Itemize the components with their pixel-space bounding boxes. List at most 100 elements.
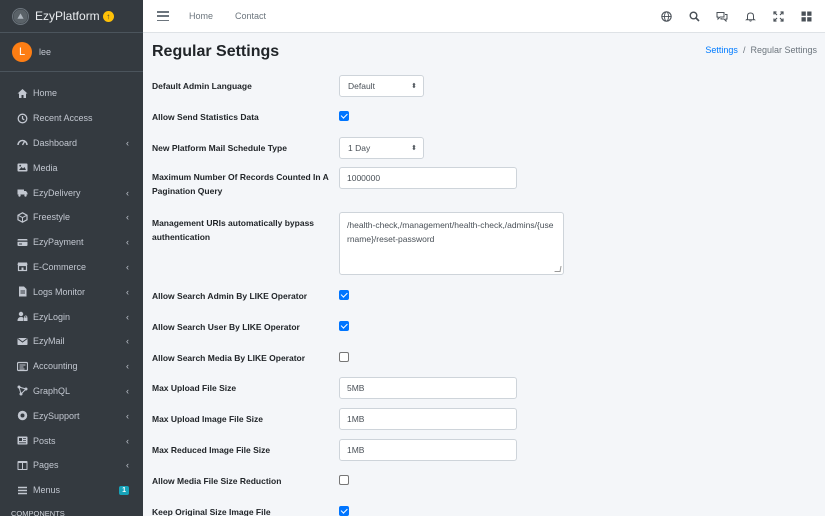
max-records-input[interactable]: 1000000 <box>339 167 517 189</box>
breadcrumb-settings-link[interactable]: Settings <box>705 45 738 55</box>
top-navbar: Home Contact <box>143 0 825 33</box>
sidebar-item-label: Freestyle <box>33 212 71 223</box>
search-admin-like-checkbox[interactable] <box>339 290 349 300</box>
apps-icon[interactable] <box>799 9 813 23</box>
globe-icon[interactable] <box>659 9 673 23</box>
setting-admin-language: Default Admin Language Default ⬍ <box>152 75 812 97</box>
setting-media-reduction: Allow Media File Size Reduction <box>152 474 812 488</box>
image-icon <box>17 162 28 173</box>
setting-mail-schedule: New Platform Mail Schedule Type 1 Day ⬍ <box>152 137 812 159</box>
sidebar-item-label: Recent Access <box>33 113 93 124</box>
resize-handle-icon[interactable] <box>554 266 562 272</box>
sidebar-item-label: GraphQL <box>33 385 71 396</box>
setting-label: Allow Search User By LIKE Operator <box>152 322 300 332</box>
textarea-value: /health-check,/management/health-check,/… <box>347 220 554 244</box>
pages-icon <box>17 460 28 471</box>
graph-icon <box>17 385 28 396</box>
setting-search-user-like: Allow Search User By LIKE Operator <box>152 320 812 334</box>
sidebar-item-ezypayment[interactable]: EzyPayment ‹ <box>0 230 143 255</box>
setting-max-image-size: Max Upload Image File Size 1MB <box>152 408 812 430</box>
main-content: Regular Settings Settings / Regular Sett… <box>143 33 825 516</box>
nav-link-contact[interactable]: Contact <box>235 11 266 21</box>
max-upload-size-input[interactable]: 5MB <box>339 377 517 399</box>
sidebar-item-ezysupport[interactable]: EzySupport ‹ <box>0 403 143 428</box>
sidebar-item-label: Media <box>33 162 58 173</box>
avatar: L <box>12 42 32 62</box>
brand[interactable]: EzyPlatform ↑ <box>0 0 143 33</box>
brand-logo-icon <box>12 7 29 25</box>
mail-schedule-select[interactable]: 1 Day ⬍ <box>339 137 424 159</box>
sidebar-item-label: Posts <box>33 435 56 446</box>
support-icon <box>17 410 28 421</box>
user-lock-icon <box>17 311 28 322</box>
sidebar-section-header: COMPONENTS <box>11 509 65 516</box>
file-icon <box>17 286 28 297</box>
search-user-like-checkbox[interactable] <box>339 321 349 331</box>
sidebar-item-menus[interactable]: Menus 1 <box>0 478 143 503</box>
max-reduced-size-input[interactable]: 1MB <box>339 439 517 461</box>
keep-original-checkbox[interactable] <box>339 506 349 516</box>
mail-icon <box>17 336 28 347</box>
sidebar-item-e-commerce[interactable]: E-Commerce ‹ <box>0 255 143 280</box>
sidebar-item-label: Logs Monitor <box>33 286 86 297</box>
posts-icon <box>17 435 28 446</box>
bell-icon[interactable] <box>743 9 757 23</box>
setting-label: Max Reduced Image File Size <box>152 445 271 455</box>
sidebar-item-logs-monitor[interactable]: Logs Monitor ‹ <box>0 279 143 304</box>
sidebar-item-dashboard[interactable]: Dashboard ‹ <box>0 131 143 156</box>
breadcrumb-separator: / <box>742 45 746 55</box>
chat-icon[interactable] <box>715 9 729 23</box>
setting-label: Allow Send Statistics Data <box>152 112 259 122</box>
max-image-size-input[interactable]: 1MB <box>339 408 517 430</box>
sidebar-item-posts[interactable]: Posts ‹ <box>0 428 143 453</box>
sidebar-item-ezylogin[interactable]: EzyLogin ‹ <box>0 304 143 329</box>
user-panel[interactable]: L lee <box>0 33 143 72</box>
setting-keep-original: Keep Original Size Image File <box>152 505 812 516</box>
chevron-left-icon: ‹ <box>126 336 129 347</box>
sidebar-item-accounting[interactable]: Accounting ‹ <box>0 354 143 379</box>
sidebar-item-recent-access[interactable]: Recent Access <box>0 106 143 131</box>
admin-language-select[interactable]: Default ⬍ <box>339 75 424 97</box>
sidebar-item-pages[interactable]: Pages ‹ <box>0 453 143 478</box>
sidebar-item-label: EzyMail <box>33 336 65 347</box>
sidebar-item-graphql[interactable]: GraphQL ‹ <box>0 379 143 404</box>
chevron-left-icon: ‹ <box>126 460 129 471</box>
input-value: 1MB <box>347 445 365 455</box>
chevron-left-icon: ‹ <box>126 212 129 223</box>
setting-max-reduced-size: Max Reduced Image File Size 1MB <box>152 439 812 461</box>
search-icon[interactable] <box>687 9 701 23</box>
bypass-uris-textarea[interactable]: /health-check,/management/health-check,/… <box>339 212 564 275</box>
search-media-like-checkbox[interactable] <box>339 352 349 362</box>
sidebar-item-media[interactable]: Media <box>0 155 143 180</box>
chevron-left-icon: ‹ <box>126 237 129 248</box>
setting-label: Keep Original Size Image File <box>152 507 271 516</box>
nav-link-home[interactable]: Home <box>189 11 213 21</box>
fullscreen-icon[interactable] <box>771 9 785 23</box>
sidebar-item-label: Accounting <box>33 361 78 372</box>
setting-label: Allow Search Admin By LIKE Operator <box>152 291 308 301</box>
chevron-left-icon: ‹ <box>126 435 129 446</box>
setting-label: Max Upload Image File Size <box>152 414 264 424</box>
sidebar-item-label: Pages <box>33 460 59 471</box>
top-icons <box>645 9 813 23</box>
setting-max-records: Maximum Number Of Records Counted In A P… <box>152 167 812 199</box>
sidebar-nav: Home Recent Access Dashboard ‹ Media Ezy… <box>0 72 143 516</box>
chevron-left-icon: ‹ <box>126 187 129 198</box>
chevron-left-icon: ‹ <box>126 261 129 272</box>
accounting-icon <box>17 361 28 372</box>
sidebar-item-ezymail[interactable]: EzyMail ‹ <box>0 329 143 354</box>
input-value: 1MB <box>347 414 365 424</box>
sidebar-item-home[interactable]: Home <box>0 81 143 106</box>
select-arrows-icon: ⬍ <box>411 145 417 152</box>
truck-icon <box>17 187 28 198</box>
setting-label: Allow Search Media By LIKE Operator <box>152 353 306 363</box>
sidebar-item-freestyle[interactable]: Freestyle ‹ <box>0 205 143 230</box>
hamburger-icon[interactable] <box>157 11 169 21</box>
send-statistics-checkbox[interactable] <box>339 111 349 121</box>
sidebar-item-ezydelivery[interactable]: EzyDelivery ‹ <box>0 180 143 205</box>
breadcrumb-current: Regular Settings <box>750 45 817 55</box>
setting-label: Management URIs automatically bypass aut… <box>152 218 315 242</box>
sidebar-item-label: EzySupport <box>33 410 80 421</box>
media-reduction-checkbox[interactable] <box>339 475 349 485</box>
brand-upgrade-icon[interactable]: ↑ <box>102 10 114 22</box>
